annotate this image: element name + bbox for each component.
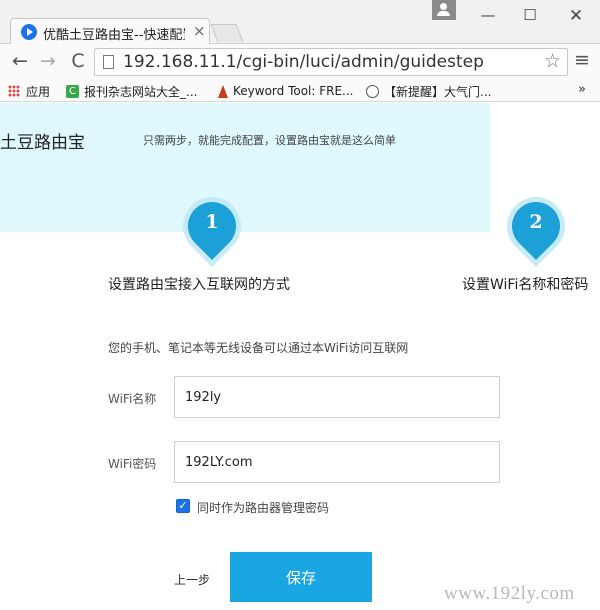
forward-arrow-icon[interactable]: → bbox=[36, 50, 60, 72]
browser-menu-icon[interactable]: ≡ bbox=[574, 49, 590, 71]
bookmark-reminder[interactable]: 【新提醒】大气门... bbox=[366, 82, 491, 100]
flame-icon bbox=[218, 84, 228, 98]
youku-play-icon bbox=[21, 24, 37, 40]
step-number: 1 bbox=[205, 211, 219, 233]
hero-banner bbox=[0, 103, 490, 232]
bookmark-apps[interactable]: 应用 bbox=[8, 82, 50, 100]
wifi-name-input[interactable] bbox=[174, 376, 500, 418]
browser-tab[interactable]: 优酷土豆路由宝--快速配置 × bbox=[10, 18, 210, 45]
bookmark-keyword-tool[interactable]: Keyword Tool: FRE... bbox=[218, 82, 354, 100]
maximize-icon[interactable]: ☐ bbox=[520, 6, 540, 24]
bookmark-label: 【新提醒】大气门... bbox=[384, 84, 492, 99]
brand-title: 土豆路由宝 bbox=[0, 133, 85, 153]
user-profile-icon[interactable] bbox=[432, 0, 456, 20]
save-button[interactable]: 保存 bbox=[230, 552, 372, 602]
bookmarks-overflow-icon[interactable]: » bbox=[578, 82, 586, 97]
reload-icon[interactable]: C bbox=[66, 50, 90, 72]
minimize-icon[interactable]: — bbox=[478, 6, 498, 24]
wifi-name-label: WiFi名称 bbox=[108, 392, 157, 406]
bookmark-label: Keyword Tool: FRE... bbox=[233, 84, 354, 98]
same-as-admin-label[interactable]: 同时作为路由器管理密码 bbox=[197, 499, 329, 516]
address-bar[interactable]: 192.168.11.1/cgi-bin/luci/admin/guideste… bbox=[94, 48, 568, 76]
wifi-password-input[interactable] bbox=[174, 441, 500, 483]
bookmark-label: 报刊杂志网站大全_... bbox=[84, 84, 198, 99]
prev-step-link[interactable]: 上一步 bbox=[174, 571, 210, 588]
new-tab-button[interactable] bbox=[210, 24, 244, 42]
wordpress-icon bbox=[366, 84, 379, 98]
step-1-label: 设置路由宝接入互联网的方式 bbox=[108, 277, 290, 293]
step-number: 2 bbox=[529, 211, 543, 233]
bookmark-magazines[interactable]: C 报刊杂志网站大全_... bbox=[66, 82, 197, 100]
hero-subtitle: 只需两步，就能完成配置，设置路由宝就是这么简单 bbox=[143, 134, 396, 147]
same-as-admin-checkbox[interactable]: ✓ bbox=[176, 499, 190, 513]
apps-grid-icon bbox=[8, 85, 20, 97]
step-1-badge: 1 bbox=[178, 192, 246, 260]
tab-title: 优酷土豆路由宝--快速配置 bbox=[43, 28, 185, 43]
window-close-icon[interactable]: ✕ bbox=[566, 6, 586, 26]
site-watermark: www.192ly.com bbox=[444, 583, 575, 604]
green-c-icon: C bbox=[66, 84, 79, 98]
wifi-description: 您的手机、笔记本等无线设备可以通过本WiFi访问互联网 bbox=[108, 341, 409, 355]
wifi-password-label: WiFi密码 bbox=[108, 457, 157, 471]
back-arrow-icon[interactable]: ← bbox=[8, 50, 32, 72]
browser-titlebar: 优酷土豆路由宝--快速配置 × — ☐ ✕ bbox=[0, 0, 600, 45]
page-icon bbox=[103, 55, 114, 69]
tab-close-icon[interactable]: × bbox=[193, 22, 206, 40]
bookmark-star-icon[interactable]: ☆ bbox=[544, 50, 561, 72]
step-2-label: 设置WiFi名称和密码 bbox=[462, 277, 589, 293]
browser-toolbar: ← → C 192.168.11.1/cgi-bin/luci/admin/gu… bbox=[0, 44, 600, 80]
address-url[interactable]: 192.168.11.1/cgi-bin/luci/admin/guideste… bbox=[123, 52, 484, 72]
step-2-badge: 2 bbox=[502, 192, 570, 260]
bookmark-label: 应用 bbox=[26, 84, 51, 99]
bookmarks-bar: 应用 C 报刊杂志网站大全_... Keyword Tool: FRE... 【… bbox=[0, 80, 600, 102]
